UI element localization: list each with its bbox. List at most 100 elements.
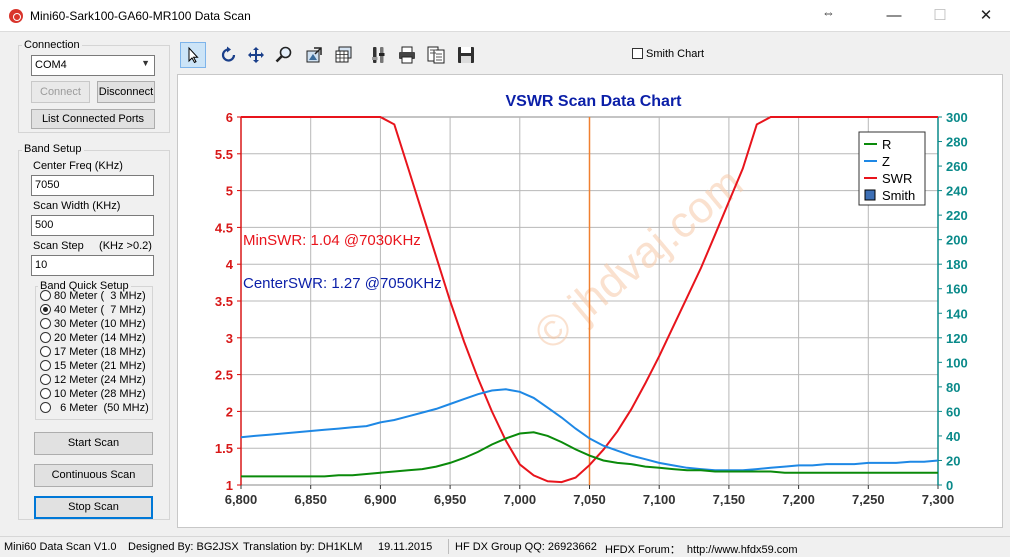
status-translation: Translation by: DH1KLM [243, 541, 363, 553]
window-title: Mini60-Sark100-GA60-MR100 Data Scan [30, 9, 251, 23]
band-radio-option[interactable]: 15 Meter (21 MHz) [40, 360, 146, 372]
y-left-tick-label: 1 [226, 478, 233, 493]
print-preview-button[interactable] [423, 42, 449, 68]
y-right-tick-label: 120 [946, 331, 968, 346]
close-button[interactable]: ✕ [963, 0, 1009, 32]
x-tick-label: 6,850 [294, 492, 327, 507]
minimize-button[interactable]: — [871, 0, 917, 32]
band-radio-label: 40 Meter ( 7 MHz) [54, 304, 146, 316]
rotate-icon [221, 46, 236, 62]
status-forum: HFDX Forum： http://www.hfdx59.com [605, 544, 798, 556]
continuous-scan-button[interactable]: Continuous Scan [34, 464, 153, 487]
legend-label-swr: SWR [882, 171, 912, 186]
list-ports-button[interactable]: List Connected Ports [31, 109, 155, 129]
stop-scan-button[interactable]: Stop Scan [34, 496, 153, 519]
radio-unchecked-icon [40, 374, 51, 385]
x-tick-label: 7,050 [573, 492, 606, 507]
x-tick-label: 7,300 [922, 492, 955, 507]
y-left-tick-label: 5 [226, 184, 233, 199]
pointer-tool-button[interactable] [180, 42, 206, 68]
band-radio-option[interactable]: 40 Meter ( 7 MHz) [40, 304, 146, 316]
title-bar: Mini60-Sark100-GA60-MR100 Data Scan ⇔ — … [0, 0, 1010, 32]
band-radio-label: 30 Meter (10 MHz) [54, 318, 146, 330]
y-right-tick-label: 0 [946, 478, 953, 493]
x-tick-label: 6,800 [225, 492, 258, 507]
status-bar: Mini60 Data Scan V1.0 Designed By: BG2JS… [0, 536, 1010, 556]
save-icon [458, 47, 474, 63]
y-left-tick-label: 1.5 [215, 441, 233, 456]
y-right-tick-label: 20 [946, 453, 960, 468]
print-preview-icon [427, 46, 445, 64]
y-left-tick-label: 2 [226, 404, 233, 419]
rotate-tool-button[interactable] [216, 42, 242, 68]
y-left-tick-label: 6 [226, 110, 233, 125]
status-designed-by: Designed By: BG2JSX [128, 541, 239, 553]
smith-chart-checkbox[interactable]: Smith Chart [632, 48, 704, 60]
band-setup-group-label: Band Setup [22, 143, 84, 155]
y-left-tick-label: 3.5 [215, 294, 233, 309]
y-right-tick-label: 160 [946, 282, 968, 297]
legend-swatch-smith [864, 189, 876, 201]
y-right-tick-label: 300 [946, 110, 968, 125]
band-radio-option[interactable]: 6 Meter (50 MHz) [40, 402, 149, 414]
print-icon [399, 46, 415, 64]
data-grid-tool-button[interactable] [331, 42, 357, 68]
band-radio-label: 20 Meter (14 MHz) [54, 332, 146, 344]
band-radio-label: 17 Meter (18 MHz) [54, 346, 146, 358]
settings-tools-button[interactable] [366, 42, 392, 68]
resize-arrows-icon: ⇔ [822, 5, 835, 20]
port-select-value: COM4 [35, 59, 67, 71]
y-right-tick-label: 240 [946, 184, 968, 199]
y-right-tick-label: 60 [946, 404, 960, 419]
export-image-tool-button[interactable] [301, 42, 327, 68]
disconnect-button[interactable]: Disconnect [97, 81, 155, 103]
save-button[interactable] [453, 42, 479, 68]
x-tick-label: 6,950 [434, 492, 467, 507]
radio-unchecked-icon [40, 290, 51, 301]
print-button[interactable] [394, 42, 420, 68]
min-swr-annotation: MinSWR: 1.04 @7030KHz [243, 232, 421, 249]
radio-checked-icon [40, 304, 51, 315]
port-select[interactable]: COM4 ▼ [31, 55, 155, 76]
band-radio-option[interactable]: 80 Meter ( 3 MHz) [40, 290, 146, 302]
chart-title: VSWR Scan Data Chart [505, 93, 682, 110]
vswr-chart[interactable]: 6,800 6,850 6,900 6,950 7,000 7,050 7,100 7,150… [178, 75, 1002, 527]
radio-unchecked-icon [40, 402, 51, 413]
band-radio-option[interactable]: 10 Meter (28 MHz) [40, 388, 146, 400]
left-panel: Connection COM4 ▼ Connect Disconnect Lis… [0, 32, 176, 536]
y-right-tick-label: 100 [946, 355, 968, 370]
start-scan-button[interactable]: Start Scan [34, 432, 153, 455]
y-right-tick-label: 200 [946, 233, 968, 248]
y-left-tick-label: 4 [226, 257, 234, 272]
zoom-tool-button[interactable] [271, 42, 297, 68]
band-radio-option[interactable]: 30 Meter (10 MHz) [40, 318, 146, 330]
radio-unchecked-icon [40, 388, 51, 399]
band-radio-option[interactable]: 17 Meter (18 MHz) [40, 346, 146, 358]
scan-width-input[interactable]: 500 [31, 215, 154, 236]
scan-width-label: Scan Width (KHz) [33, 200, 121, 212]
y-right-tick-label: 220 [946, 208, 968, 223]
x-tick-label: 6,900 [364, 492, 397, 507]
pan-tool-button[interactable] [243, 42, 269, 68]
band-radio-option[interactable]: 12 Meter (24 MHz) [40, 374, 146, 386]
band-radio-option[interactable]: 20 Meter (14 MHz) [40, 332, 146, 344]
y-left-tick-label: 2.5 [215, 368, 233, 383]
y-left-tick-label: 3 [226, 331, 233, 346]
status-group: HF DX Group QQ: 26923662 [455, 541, 597, 553]
scan-step-label: Scan Step (KHz >0.2) [33, 240, 152, 252]
x-tick-label: 7,200 [782, 492, 815, 507]
legend-label-smith: Smith [882, 188, 915, 203]
status-version: Mini60 Data Scan V1.0 [4, 541, 117, 553]
band-radio-label: 12 Meter (24 MHz) [54, 374, 146, 386]
data-grid-icon [335, 46, 352, 63]
scan-step-input[interactable]: 10 [31, 255, 154, 276]
y-right-tick-label: 140 [946, 306, 968, 321]
y-left-tick-label: 5.5 [215, 147, 233, 162]
maximize-button[interactable]: ☐ [917, 0, 963, 32]
connect-button[interactable]: Connect [31, 81, 90, 103]
band-radio-label: 15 Meter (21 MHz) [54, 360, 146, 372]
center-freq-input[interactable]: 7050 [31, 175, 154, 196]
radio-unchecked-icon [40, 332, 51, 343]
smith-chart-label: Smith Chart [646, 48, 705, 60]
legend-label-z: Z [882, 154, 890, 169]
